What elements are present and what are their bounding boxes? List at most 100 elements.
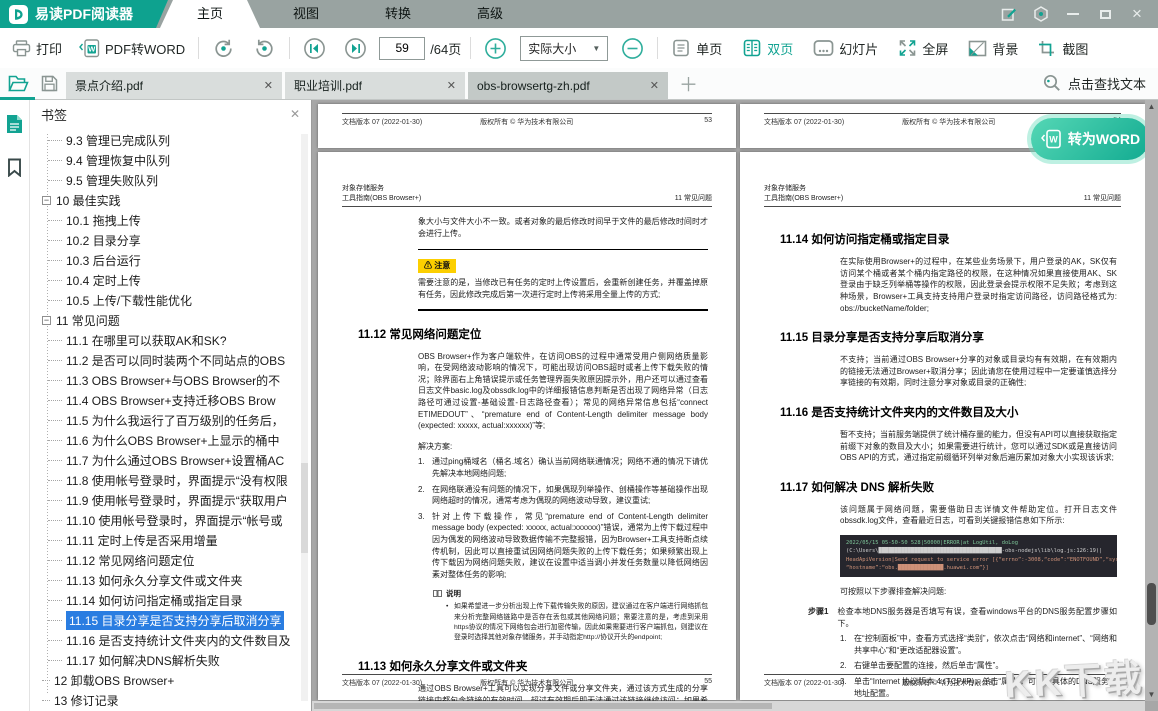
bookmark-item[interactable]: 10.5 上传/下载性能优化 [30, 290, 311, 310]
bookmark-item[interactable]: 10.3 后台运行 [30, 250, 311, 270]
bookmark-item[interactable]: 11.4 OBS Browser+支持迁移OBS Brow [30, 390, 311, 410]
section-heading: 11.16 是否支持统计文件夹内的文件数目及大小 [780, 404, 1117, 420]
bookmark-item[interactable]: 13 修订记录 [30, 690, 311, 708]
collapse-icon[interactable]: − [42, 316, 51, 325]
list-item: 1.通过ping桶域名（桶名.域名）确认当前网络联通情况；网络不通的情况下请优先… [418, 456, 708, 479]
horizontal-scroll-thumb[interactable] [314, 703, 772, 709]
bookmark-item-expandable[interactable]: −10 最佳实践 [30, 190, 311, 210]
doc-tab-3-active[interactable]: obs-browsertg-zh.pdf ✕ [468, 72, 668, 99]
rotate-left-button[interactable] [208, 37, 239, 60]
save-icon[interactable] [41, 75, 58, 92]
bookmarks-header: 书签 ✕ [30, 100, 311, 128]
pdf-reader-window: { "titlebar": { "app_name": "易读PDF阅读器", … [0, 0, 1158, 711]
minimize-button[interactable] [1065, 6, 1081, 22]
rotate-left-icon [212, 37, 235, 60]
bookmark-item-selected[interactable]: 11.15 目录分享是否支持分享后取消分享 [30, 610, 311, 630]
screenshot-button[interactable]: 截图 [1034, 39, 1092, 58]
new-tab-button[interactable]: ＋ [671, 73, 706, 99]
double-page-button[interactable]: 双页 [738, 39, 797, 58]
menu-tab-view[interactable]: 视图 [260, 0, 352, 28]
zoom-out-icon [621, 37, 644, 60]
tab-close-icon[interactable]: ✕ [256, 79, 273, 92]
settings-gear-icon[interactable] [1033, 6, 1049, 22]
print-button[interactable]: 打印 [8, 39, 66, 58]
rotate-right-button[interactable] [249, 37, 280, 60]
bookmark-item[interactable]: 11.5 为什么我运行了百万级别的任务后， [30, 410, 311, 430]
bookmark-item[interactable]: 9.4 管理恢复中队列 [30, 150, 311, 170]
list-item: 2.在网络联通没有问题的情况下，如果偶现列举操作、创桶操作等基础操作出现网络超时… [418, 484, 708, 507]
vertical-scroll-thumb[interactable] [1147, 583, 1156, 625]
horizontal-scrollbar[interactable] [312, 701, 1145, 711]
scroll-down-icon[interactable]: ▼ [1148, 690, 1156, 699]
zoom-mode-select[interactable]: 实际大小 ▼ [520, 36, 608, 61]
bookmark-item[interactable]: 12 卸载OBS Browser+ [30, 670, 311, 690]
bookmark-item[interactable]: 11.8 使用帐号登录时，界面提示“没有权限 [30, 470, 311, 490]
bookmark-item[interactable]: 11.16 是否支持统计文件夹内的文件数目及 [30, 630, 311, 650]
background-button[interactable]: 背景 [964, 39, 1022, 58]
bookmark-item[interactable]: 9.3 管理已完成队列 [30, 130, 311, 150]
fullscreen-button[interactable]: 全屏 [894, 39, 952, 58]
pdf-to-word-button[interactable]: W PDF转WORD [74, 39, 189, 58]
paragraph: 象大小与文件大小不一致。或者对象的最后修改时间早于文件的最后修改时间时才会进行上… [418, 216, 708, 239]
bookmark-item[interactable]: 11.1 在哪里可以获取AK和SK? [30, 330, 311, 350]
doc-tab-1[interactable]: 景点介绍.pdf ✕ [66, 72, 282, 99]
bookmarks-tree: 9.3 管理已完成队列 9.4 管理恢复中队列 9.5 管理失败队列 −10 最… [30, 128, 311, 708]
single-page-button[interactable]: 单页 [667, 39, 726, 58]
note-bullet: •如果希望进一步分析出现上传下载传输失败的原因，建议通过在客户端进行网络抓包来分… [446, 602, 708, 643]
bookmark-item[interactable]: 9.5 管理失败队列 [30, 170, 311, 190]
find-text-button[interactable]: 点击查找文本 [1043, 67, 1158, 99]
zoom-in-icon [484, 37, 507, 60]
page-footer: 文档版本 07 (2022-01-30) 版权所有 © 华为技术有限公司 55 [342, 674, 712, 688]
bookmark-item[interactable]: 10.2 目录分享 [30, 230, 311, 250]
double-page-icon [742, 39, 762, 57]
bookmark-item[interactable]: 11.10 使用帐号登录时，界面提示“帐号或 [30, 510, 311, 530]
sidebar-icon-strip [0, 100, 30, 711]
file-buttons [0, 67, 66, 99]
bookmark-item-expandable[interactable]: −11 常见问题 [30, 310, 311, 330]
page-number-input[interactable] [379, 37, 425, 60]
pdf-page-53-bottom: 文档版本 07 (2022-01-30) 版权所有 © 华为技术有限公司 53 [318, 104, 736, 148]
maximize-button[interactable] [1097, 6, 1113, 22]
next-page-button[interactable] [340, 37, 371, 60]
bookmark-item[interactable]: 11.17 如何解决DNS解析失败 [30, 650, 311, 670]
previous-page-button[interactable] [299, 37, 330, 60]
open-file-icon[interactable] [8, 75, 29, 92]
separator [289, 37, 290, 59]
zoom-in-button[interactable] [480, 37, 511, 60]
bookmark-item[interactable]: 11.13 如何永久分享文件或文件夹 [30, 570, 311, 590]
doc-tab-2[interactable]: 职业培训.pdf ✕ [285, 72, 465, 99]
fullscreen-icon [898, 39, 917, 57]
bookmark-item[interactable]: 11.12 常见网络问题定位 [30, 550, 311, 570]
bookmark-flag-icon[interactable] [7, 158, 22, 177]
menu-tab-advanced[interactable]: 高级 [444, 0, 536, 28]
bookmarks-panel-icon[interactable] [6, 114, 23, 134]
bookmark-item[interactable]: 11.7 为什么通过OBS Browser+设置桶AC [30, 450, 311, 470]
slideshow-button[interactable]: 幻灯片 [809, 39, 882, 58]
bookmark-item[interactable]: 11.6 为什么OBS Browser+上显示的桶中 [30, 430, 311, 450]
menu-tab-convert[interactable]: 转换 [352, 0, 444, 28]
menu-tab-home[interactable]: 主页 [160, 0, 260, 28]
bookmark-item[interactable]: 11.14 如何访问指定桶或指定目录 [30, 590, 311, 610]
paragraph: OBS Browser+作为客户端软件，在访问OBS的过程中通常受用户侧网络质量… [418, 351, 708, 432]
bookmark-item[interactable]: 10.1 拖拽上传 [30, 210, 311, 230]
panel-close-icon[interactable]: ✕ [290, 107, 300, 121]
collapse-icon[interactable]: − [42, 196, 51, 205]
bookmark-item[interactable]: 10.4 定时上传 [30, 270, 311, 290]
chevron-down-icon: ▼ [592, 44, 600, 53]
warning-badge: ⚠ 注意 [418, 259, 456, 273]
tab-close-icon[interactable]: ✕ [439, 79, 456, 92]
bookmark-item[interactable]: 11.3 OBS Browser+与OBS Browser的不 [30, 370, 311, 390]
scroll-up-icon[interactable]: ▲ [1148, 102, 1156, 111]
window-controls: × [1001, 0, 1158, 28]
bookmark-item[interactable]: 11.2 是否可以同时装两个不同站点的OBS [30, 350, 311, 370]
close-button[interactable]: × [1129, 6, 1145, 22]
convert-to-word-button[interactable]: W 转为WORD [1031, 118, 1149, 160]
annotate-icon[interactable] [1001, 6, 1017, 22]
word-doc-icon: W [78, 39, 100, 58]
tab-close-icon[interactable]: ✕ [642, 79, 659, 92]
zoom-out-button[interactable] [617, 37, 648, 60]
search-icon [1043, 74, 1061, 92]
bookmark-item[interactable]: 11.9 使用帐号登录时，界面提示“获取用户 [30, 490, 311, 510]
note-label: 说明 [433, 588, 708, 599]
bookmark-item[interactable]: 11.11 定时上传是否采用增量 [30, 530, 311, 550]
